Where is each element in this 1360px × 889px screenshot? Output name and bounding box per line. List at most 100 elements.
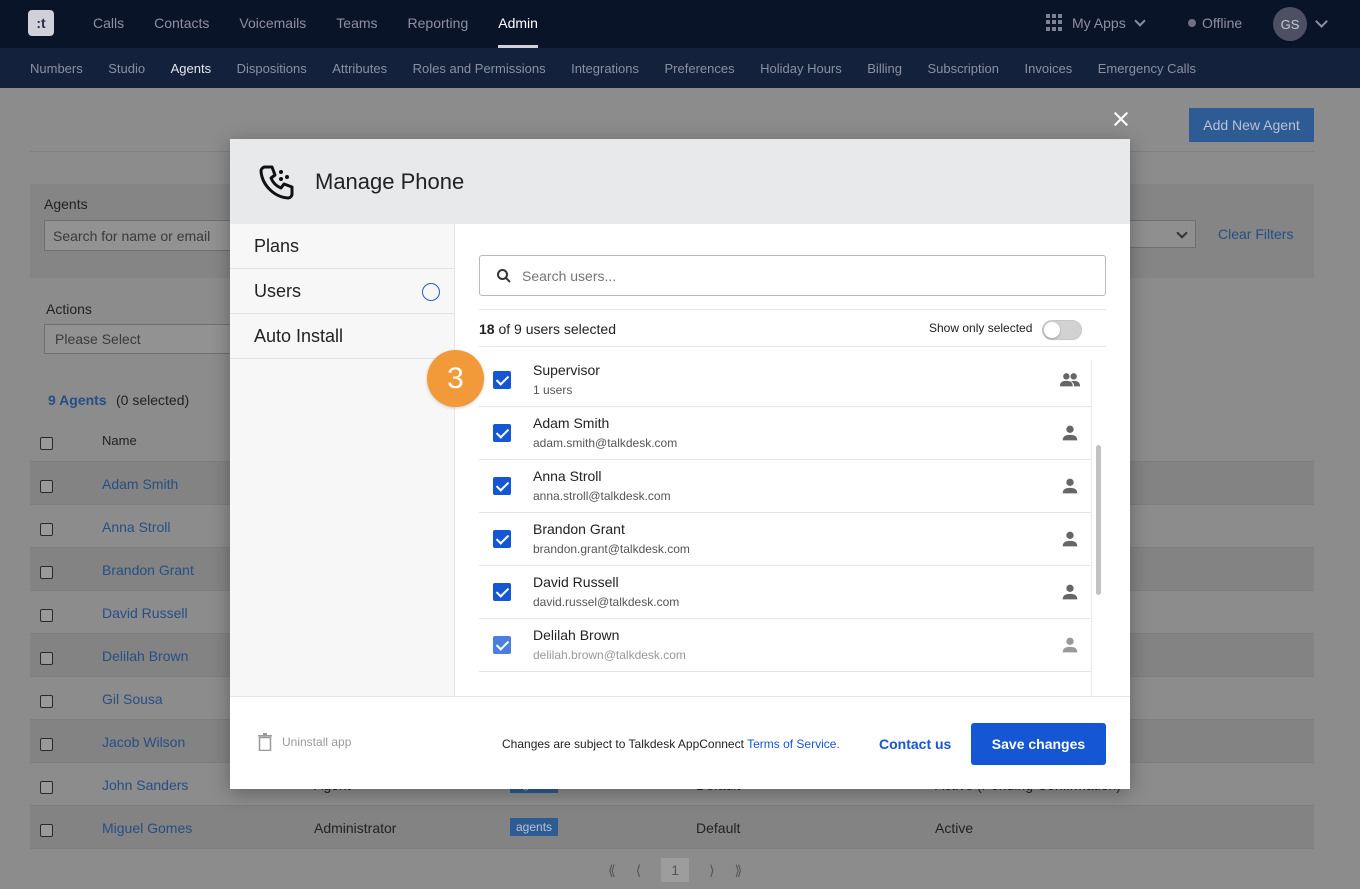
actions-select[interactable]: Please Select (44, 324, 244, 354)
status-label: Offline (1202, 15, 1243, 31)
list-item[interactable]: Delilah Brown delilah.brown@talkdesk.com (479, 619, 1091, 672)
nav-reporting[interactable]: Reporting (408, 0, 469, 48)
row-checkbox[interactable] (40, 652, 53, 665)
agent-name-link[interactable]: Anna Stroll (102, 519, 170, 535)
users-list: Supervisor 1 users Adam Smith adam.smith… (479, 360, 1091, 696)
nav-calls[interactable]: Calls (93, 0, 124, 48)
add-new-agent-button[interactable]: Add New Agent (1189, 108, 1314, 142)
table-row[interactable]: Miguel Gomes Administrator agents Defaul… (30, 806, 1314, 849)
group-icon (1059, 373, 1081, 387)
row-checkbox[interactable] (40, 609, 53, 622)
subnav-preferences[interactable]: Preferences (665, 61, 735, 76)
selected-count-number: 18 (479, 321, 495, 337)
row-checkbox[interactable] (40, 566, 53, 579)
agent-name-link[interactable]: Miguel Gomes (102, 820, 192, 836)
menu-item-plans[interactable]: Plans (230, 224, 454, 269)
user-checkbox[interactable] (493, 424, 511, 442)
agent-name-link[interactable]: Delilah Brown (102, 648, 188, 664)
person-icon (1062, 425, 1078, 441)
show-only-selected-toggle[interactable] (1042, 320, 1082, 340)
uninstall-app-button[interactable]: Uninstall app (258, 733, 351, 751)
agent-name-link[interactable]: John Sanders (102, 777, 188, 793)
list-item[interactable]: Anna Stroll anna.stroll@talkdesk.com (479, 460, 1091, 513)
prev-page-button[interactable]: ⟨ (636, 862, 641, 879)
scrollbar-thumb[interactable] (1096, 445, 1101, 595)
nav-voicemails[interactable]: Voicemails (239, 0, 306, 48)
subnav-studio[interactable]: Studio (108, 61, 145, 76)
apps-grid-icon (1046, 14, 1063, 31)
user-checkbox[interactable] (493, 477, 511, 495)
my-apps-label: My Apps (1072, 14, 1126, 31)
search-users-box[interactable] (479, 255, 1106, 296)
selected-count-label: of 9 users selected (494, 321, 616, 337)
terms-notice: Changes are subject to Talkdesk AppConne… (502, 737, 840, 751)
menu-item-users[interactable]: Users (230, 269, 454, 314)
nav-teams[interactable]: Teams (336, 0, 377, 48)
search-users-input[interactable] (522, 267, 1082, 284)
avatar-chevron-down-icon[interactable] (1315, 15, 1328, 28)
agent-status[interactable]: Offline (1188, 15, 1242, 31)
agent-search-input[interactable]: Search for name or email (44, 220, 244, 251)
row-checkbox[interactable] (40, 695, 53, 708)
subnav-billing[interactable]: Billing (867, 61, 902, 76)
user-email: adam.smith@talkdesk.com (533, 436, 678, 450)
row-checkbox[interactable] (40, 824, 53, 837)
talkdesk-logo[interactable]: :t (28, 10, 54, 36)
agent-name-link[interactable]: Brandon Grant (102, 562, 194, 578)
user-checkbox[interactable] (493, 530, 511, 548)
select-all-checkbox[interactable] (40, 437, 53, 450)
subnav-numbers[interactable]: Numbers (30, 61, 83, 76)
subnav-subscription[interactable]: Subscription (927, 61, 999, 76)
current-page[interactable]: 1 (661, 858, 690, 882)
top-nav: :t Calls Contacts Voicemails Teams Repor… (0, 0, 1360, 48)
user-name: Delilah Brown (533, 627, 620, 643)
avatar[interactable]: GS (1273, 7, 1307, 41)
clear-filters-link[interactable]: Clear Filters (1218, 226, 1293, 242)
column-header-name[interactable]: Name (102, 433, 137, 448)
subnav-attributes[interactable]: Attributes (332, 61, 387, 76)
close-modal-icon[interactable] (1110, 108, 1132, 130)
toggle-knob (1044, 322, 1060, 338)
subnav-invoices[interactable]: Invoices (1025, 61, 1073, 76)
agents-filter-label: Agents (44, 196, 88, 212)
show-only-selected-label: Show only selected (929, 321, 1033, 335)
list-item[interactable]: Adam Smith adam.smith@talkdesk.com (479, 407, 1091, 460)
subnav-agents[interactable]: Agents (171, 61, 211, 76)
agent-name-link[interactable]: David Russell (102, 605, 188, 621)
terms-of-service-link[interactable]: Terms of Service. (747, 737, 840, 751)
subnav-roles-permissions[interactable]: Roles and Permissions (413, 61, 546, 76)
nav-contacts[interactable]: Contacts (154, 0, 209, 48)
next-page-button[interactable]: ⟩ (709, 862, 714, 879)
agent-name-link[interactable]: Gil Sousa (102, 691, 163, 707)
row-checkbox[interactable] (40, 523, 53, 536)
list-item[interactable]: Supervisor 1 users (479, 360, 1091, 407)
contact-us-link[interactable]: Contact us (879, 736, 951, 752)
list-item[interactable]: Brandon Grant brandon.grant@talkdesk.com (479, 513, 1091, 566)
menu-item-auto-install[interactable]: Auto Install (230, 314, 454, 359)
nav-admin[interactable]: Admin (498, 0, 538, 48)
row-checkbox[interactable] (40, 480, 53, 493)
user-name: David Russell (533, 574, 619, 590)
row-checkbox[interactable] (40, 738, 53, 751)
filter-select[interactable] (1128, 220, 1196, 248)
person-icon (1062, 637, 1078, 653)
status-dot-icon (1188, 19, 1196, 27)
user-checkbox[interactable] (493, 636, 511, 654)
first-page-button[interactable]: ⟪ (608, 862, 616, 879)
subnav-integrations[interactable]: Integrations (571, 61, 639, 76)
my-apps-menu[interactable]: My Apps (1046, 14, 1146, 31)
last-page-button[interactable]: ⟫ (735, 862, 743, 879)
user-email: delilah.brown@talkdesk.com (533, 648, 686, 662)
agent-name-link[interactable]: Adam Smith (102, 476, 178, 492)
subnav-emergency-calls[interactable]: Emergency Calls (1098, 61, 1196, 76)
row-checkbox[interactable] (40, 781, 53, 794)
user-checkbox[interactable] (493, 371, 511, 389)
save-changes-button[interactable]: Save changes (971, 723, 1106, 765)
loading-spinner-icon (422, 283, 440, 301)
subnav-holiday-hours[interactable]: Holiday Hours (760, 61, 842, 76)
subnav-dispositions[interactable]: Dispositions (237, 61, 307, 76)
agent-name-link[interactable]: Jacob Wilson (102, 734, 185, 750)
user-checkbox[interactable] (493, 583, 511, 601)
list-item[interactable]: David Russell david.russel@talkdesk.com (479, 566, 1091, 619)
chevron-down-icon (1134, 14, 1146, 27)
